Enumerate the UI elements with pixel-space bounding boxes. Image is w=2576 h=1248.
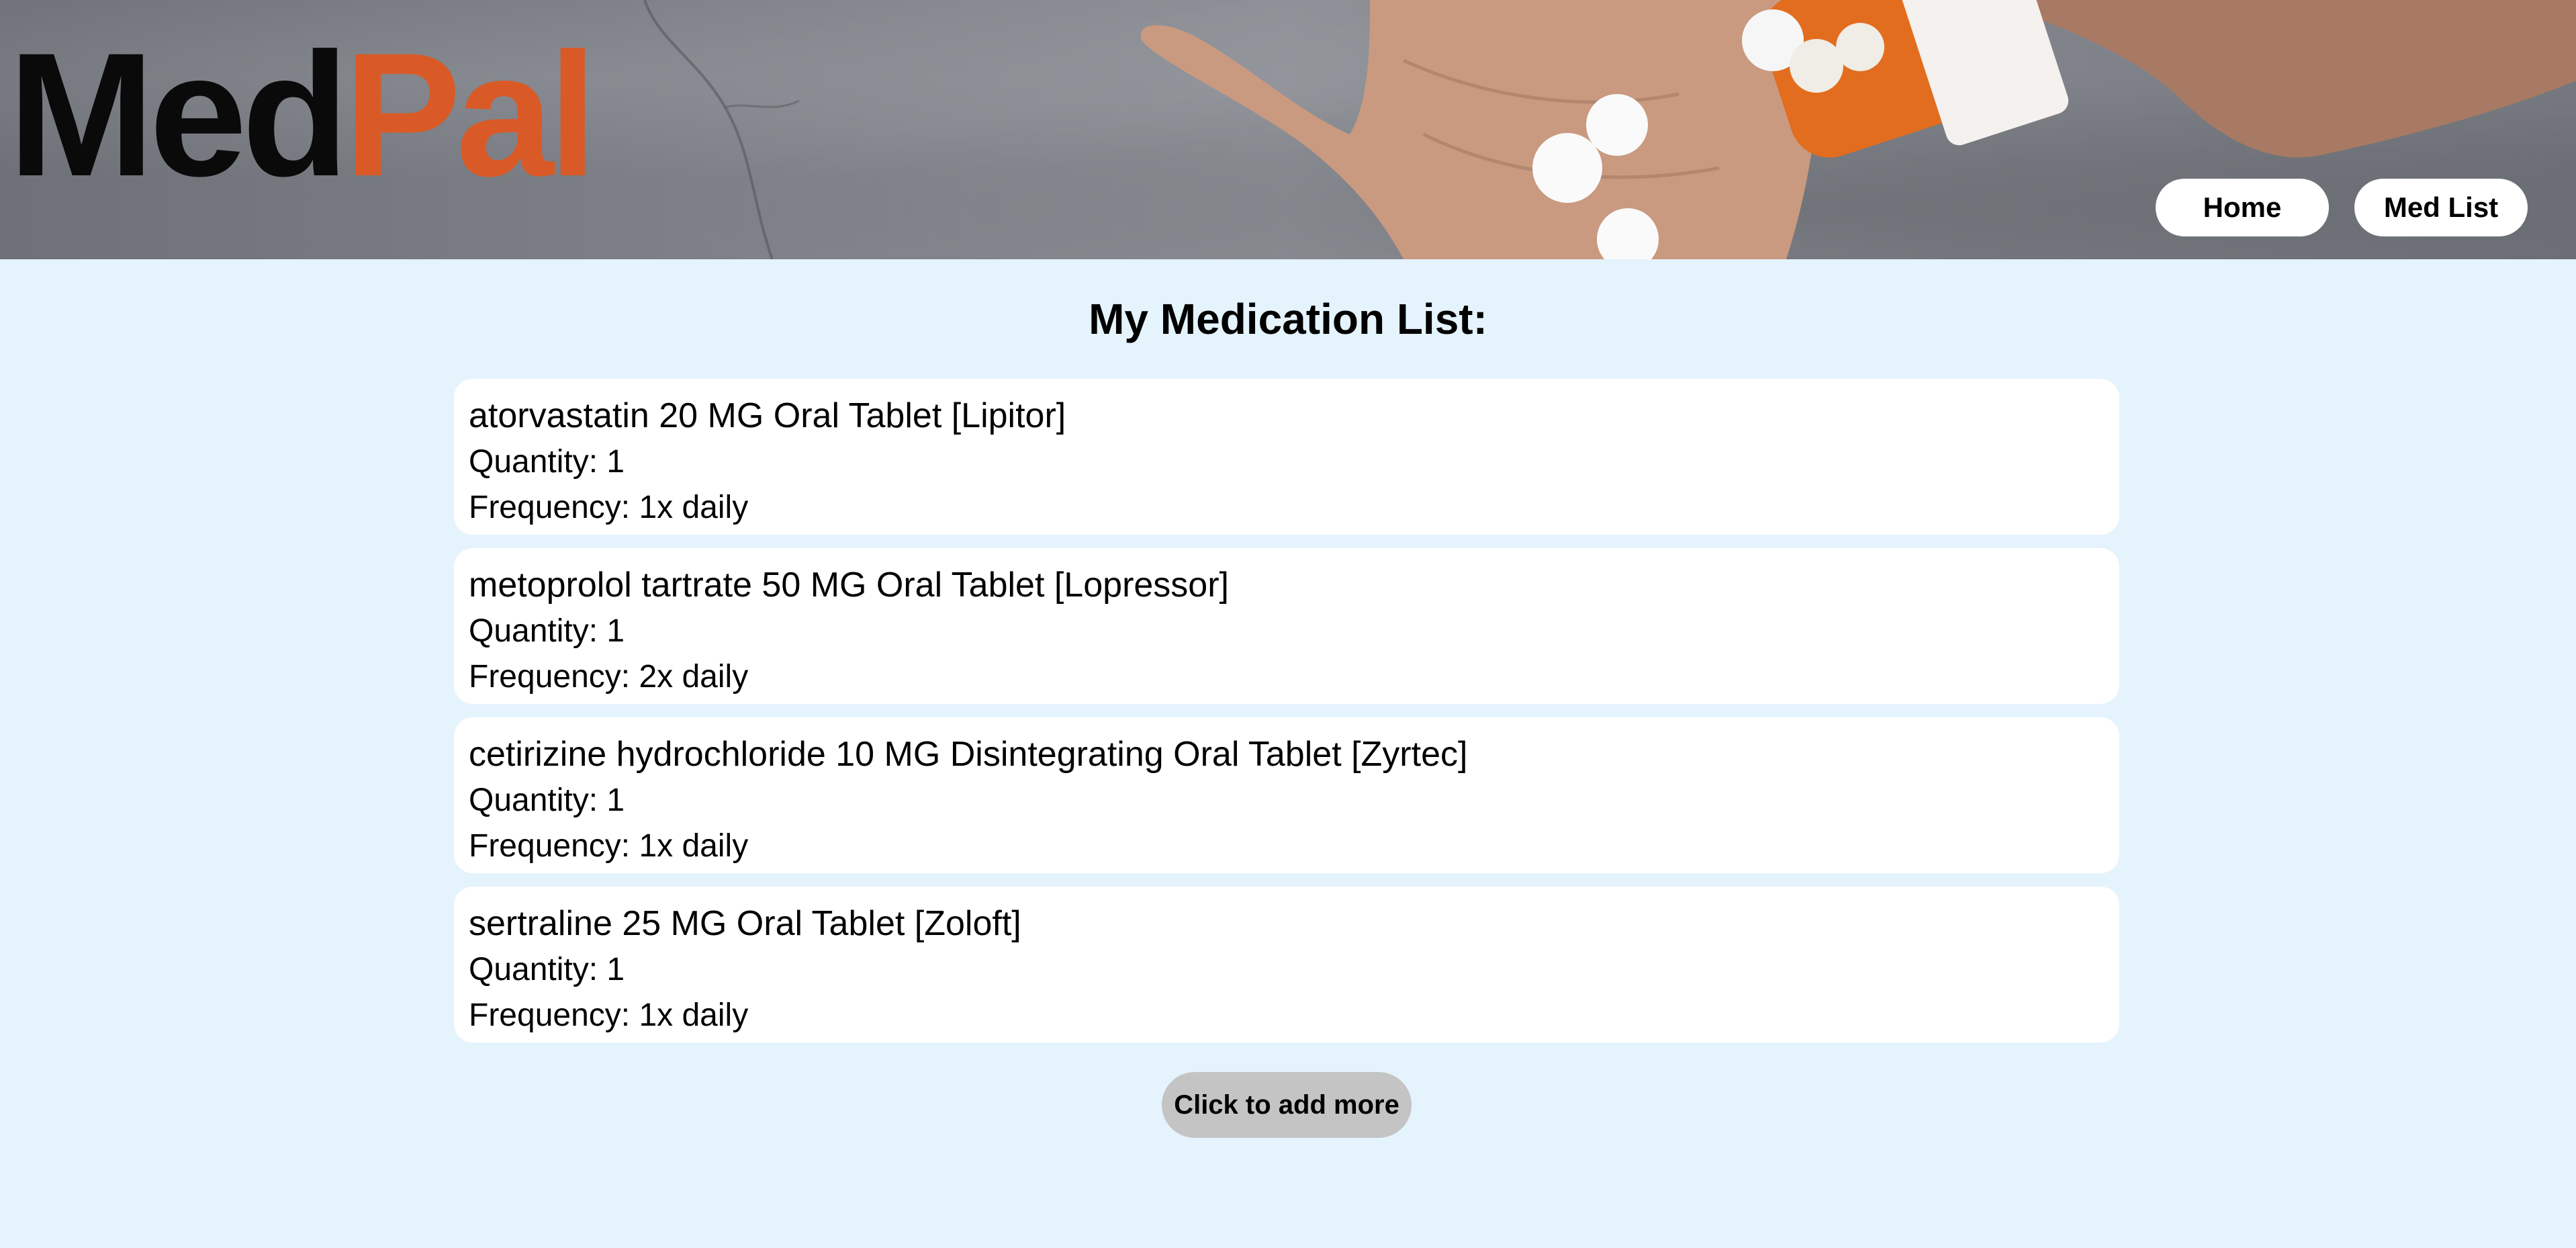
- logo[interactable]: MedPal: [8, 27, 597, 203]
- medication-frequency: Frequency: 2x daily: [469, 659, 749, 695]
- nav-med-list-button[interactable]: Med List: [2354, 179, 2528, 236]
- medication-card[interactable]: sertraline 25 MG Oral Tablet [Zoloft] Qu…: [454, 887, 2119, 1042]
- add-more-button[interactable]: Click to add more: [1162, 1072, 1412, 1138]
- medication-quantity: Quantity: 1: [469, 952, 625, 987]
- medication-quantity: Quantity: 1: [469, 613, 625, 649]
- nav-home-button[interactable]: Home: [2156, 179, 2329, 236]
- medication-card[interactable]: metoprolol tartrate 50 MG Oral Tablet [L…: [454, 548, 2119, 704]
- medication-card[interactable]: atorvastatin 20 MG Oral Tablet [Lipitor]…: [454, 379, 2119, 535]
- medication-frequency: Frequency: 1x daily: [469, 490, 749, 525]
- header-banner: MedPal Home Med List: [0, 0, 2576, 259]
- medication-name: atorvastatin 20 MG Oral Tablet [Lipitor]: [469, 396, 1066, 435]
- medication-list: atorvastatin 20 MG Oral Tablet [Lipitor]…: [454, 379, 2119, 1056]
- medication-name: sertraline 25 MG Oral Tablet [Zoloft]: [469, 904, 1021, 943]
- logo-text-pal: Pal: [344, 16, 597, 213]
- medication-frequency: Frequency: 1x daily: [469, 828, 749, 864]
- medication-card[interactable]: cetirizine hydrochloride 10 MG Disintegr…: [454, 717, 2119, 873]
- page-title: My Medication List:: [1089, 295, 1487, 343]
- logo-text-med: Med: [8, 16, 349, 213]
- medication-quantity: Quantity: 1: [469, 783, 625, 818]
- medication-name: metoprolol tartrate 50 MG Oral Tablet [L…: [469, 566, 1229, 605]
- medication-quantity: Quantity: 1: [469, 444, 625, 480]
- medication-name: cetirizine hydrochloride 10 MG Disintegr…: [469, 735, 1468, 774]
- medication-frequency: Frequency: 1x daily: [469, 997, 749, 1033]
